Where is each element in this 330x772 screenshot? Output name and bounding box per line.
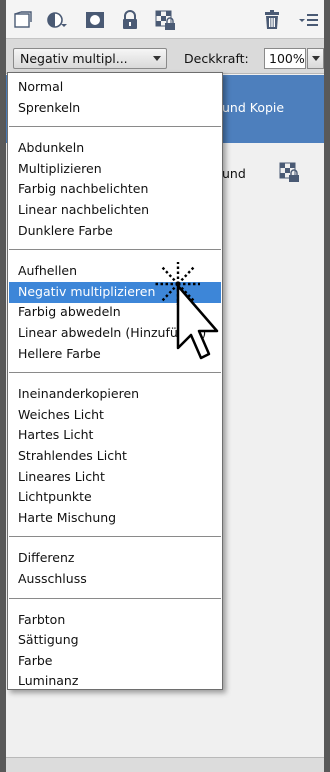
layer-name-selected: und Kopie	[222, 100, 285, 115]
trash-icon[interactable]	[261, 9, 283, 31]
menu-item-dunklere-farbe[interactable]: Dunklere Farbe	[9, 221, 221, 242]
menu-item-hartes-licht[interactable]: Hartes Licht	[9, 425, 221, 446]
chevron-down-icon	[153, 56, 161, 61]
menu-separator	[9, 249, 221, 251]
menu-item-differenz[interactable]: Differenz	[9, 548, 221, 569]
menu-item-weiches-licht[interactable]: Weiches Licht	[9, 405, 221, 426]
panel-menu-icon[interactable]	[298, 9, 320, 31]
menu-item-hellere-farbe[interactable]: Hellere Farbe	[9, 344, 221, 365]
menu-item-ausschluss[interactable]: Ausschluss	[9, 569, 221, 590]
layer-name: und	[222, 166, 246, 181]
menu-item-farbig-nachbelichten[interactable]: Farbig nachbelichten	[9, 179, 221, 200]
menu-item-lichtpunkte[interactable]: Lichtpunkte	[9, 487, 221, 508]
menu-item-negativ-multiplizieren[interactable]: Negativ multiplizieren	[9, 281, 221, 303]
menu-item-abdunkeln[interactable]: Abdunkeln	[9, 138, 221, 159]
menu-item-sättigung[interactable]: Sättigung	[9, 630, 221, 651]
layer-options-bar: Negativ multipl... Deckkraft: 100%	[6, 38, 324, 74]
opacity-input[interactable]: 100%	[264, 48, 306, 69]
opacity-dropdown-button[interactable]	[307, 48, 324, 69]
lock-icon[interactable]	[119, 9, 141, 31]
layer-mask-icon[interactable]	[84, 9, 106, 31]
menu-item-luminanz[interactable]: Luminanz	[9, 671, 221, 692]
lock-transparency-icon[interactable]	[154, 9, 176, 31]
layers-toolbar	[6, 0, 324, 38]
lock-transparency-icon	[278, 161, 300, 183]
chevron-down-icon	[312, 56, 320, 61]
menu-separator	[9, 126, 221, 128]
new-layer-icon[interactable]	[12, 9, 34, 31]
menu-separator	[9, 372, 221, 374]
menu-item-normal[interactable]: Normal	[9, 77, 221, 98]
menu-item-multiplizieren[interactable]: Multiplizieren	[9, 159, 221, 180]
blend-mode-menu: Normal Sprenkeln Abdunkeln Multiplizieren Fa…	[7, 72, 223, 690]
menu-item-aufhellen[interactable]: Aufhellen	[9, 261, 221, 282]
menu-item-sprenkeln[interactable]: Sprenkeln	[9, 98, 221, 119]
panel-bottom-bar	[6, 757, 324, 772]
menu-item-linear-nachbelichten[interactable]: Linear nachbelichten	[9, 200, 221, 221]
window-frame-right	[324, 0, 330, 772]
menu-separator	[9, 536, 221, 538]
menu-item-strahlendes-licht[interactable]: Strahlendes Licht	[9, 446, 221, 467]
menu-item-lineares-licht[interactable]: Lineares Licht	[9, 467, 221, 488]
menu-separator	[9, 597, 221, 599]
blend-mode-select[interactable]: Negativ multipl...	[13, 48, 167, 69]
menu-item-farbton[interactable]: Farbton	[9, 610, 221, 631]
menu-item-farbig-abwedeln[interactable]: Farbig abwedeln	[9, 302, 221, 323]
adjustment-layer-icon[interactable]	[46, 9, 68, 31]
menu-item-ineinanderkopieren[interactable]: Ineinanderkopieren	[9, 384, 221, 405]
menu-item-farbe[interactable]: Farbe	[9, 651, 221, 672]
menu-item-linear-abwedeln-hinzufügen[interactable]: Linear abwedeln (Hinzufügen)	[9, 323, 221, 344]
blend-mode-value: Negativ multipl...	[20, 51, 128, 66]
menu-item-harte-mischung[interactable]: Harte Mischung	[9, 508, 221, 529]
opacity-label: Deckkraft:	[184, 51, 249, 66]
